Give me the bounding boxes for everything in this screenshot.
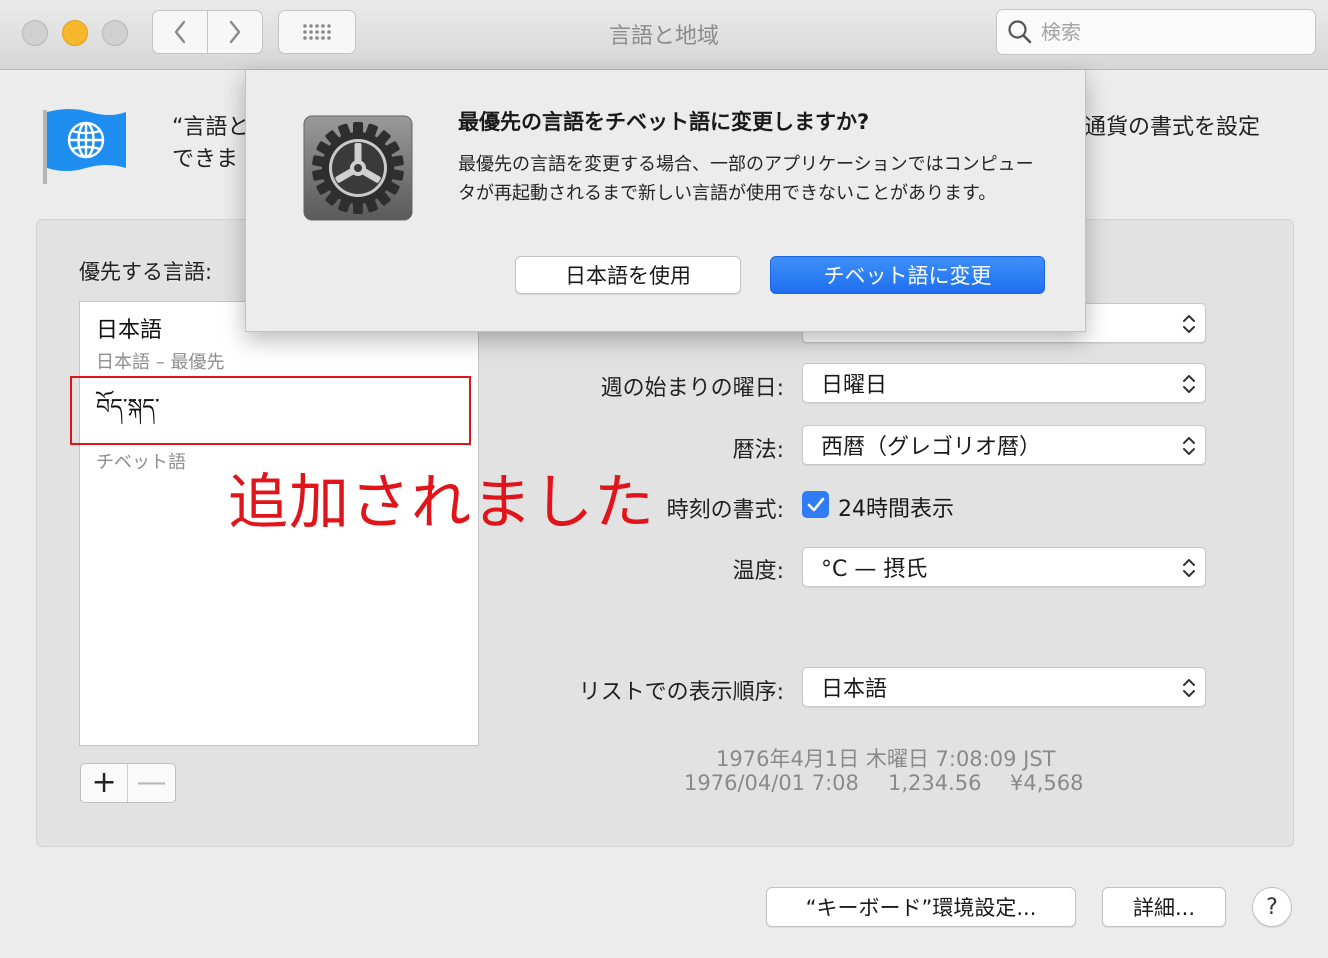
up-down-arrows-icon xyxy=(1183,315,1195,333)
temperature-value: °C — 摂氏 xyxy=(821,557,928,582)
time-format-label: 時刻の書式: xyxy=(666,498,784,523)
sample-date-long: 1976年4月1日 木曜日 7:08:09 JST xyxy=(716,747,1056,771)
24-hour-checkbox[interactable] xyxy=(802,491,829,518)
calendar-label: 暦法: xyxy=(732,438,784,463)
language-subtitle: 日本語 – 最優先 xyxy=(96,352,225,373)
temperature-popup[interactable]: °C — 摂氏 xyxy=(802,547,1206,587)
sample-number: 1,234.56 xyxy=(888,771,982,795)
use-japanese-button[interactable]: 日本語を使用 xyxy=(515,256,741,294)
calendar-value: 西暦（グレゴリオ暦） xyxy=(821,435,1042,460)
language-name: 日本語 xyxy=(96,318,163,343)
up-down-arrows-icon xyxy=(1183,559,1195,577)
add-language-button[interactable]: + xyxy=(81,764,129,802)
search-icon xyxy=(1007,19,1033,45)
up-down-arrows-icon xyxy=(1183,437,1195,455)
gear-icon xyxy=(302,114,414,226)
change-to-tibetan-button[interactable]: チベット語に変更 xyxy=(770,256,1045,294)
dialog-title: 最優先の言語をチベット語に変更しますか? xyxy=(458,110,870,134)
checkmark-icon xyxy=(807,497,824,511)
description-text-right: 通貨の書式を設定 xyxy=(1084,115,1261,140)
week-start-label: 週の始まりの曜日: xyxy=(600,376,784,401)
search-field[interactable] xyxy=(996,9,1316,55)
annotation-text: 追加されました xyxy=(228,468,655,538)
keyboard-preferences-button[interactable]: “キーボード”環境設定... xyxy=(766,887,1076,927)
confirm-language-dialog: 最優先の言語をチベット語に変更しますか? 最優先の言語を変更する場合、一部のアプ… xyxy=(245,70,1086,332)
sample-currency: ¥4,568 xyxy=(1010,771,1084,795)
week-start-value: 日曜日 xyxy=(821,373,888,398)
24-hour-label[interactable]: 24時間表示 xyxy=(838,491,954,523)
search-input[interactable] xyxy=(1041,20,1301,44)
description-line-1: “言語と xyxy=(172,115,250,140)
help-button[interactable]: ? xyxy=(1252,887,1292,927)
list-order-popup[interactable]: 日本語 xyxy=(802,667,1206,707)
dialog-message: 最優先の言語を変更する場合、一部のアプリケーションではコンピュータが再起動される… xyxy=(458,154,1034,204)
preferred-languages-label: 優先する言語: xyxy=(79,260,213,284)
up-down-arrows-icon xyxy=(1183,679,1195,697)
sample-date-short: 1976/04/01 7:08 xyxy=(684,771,859,795)
list-order-value: 日本語 xyxy=(821,677,888,702)
calendar-popup[interactable]: 西暦（グレゴリオ暦） xyxy=(802,425,1206,465)
advanced-button[interactable]: 詳細... xyxy=(1102,887,1226,927)
description-text: “言語と できま xyxy=(172,112,249,176)
list-item-japanese[interactable]: 日本語 日本語 – 最優先 xyxy=(96,312,224,374)
titlebar: 言語と地域 xyxy=(0,0,1328,70)
remove-language-button[interactable]: — xyxy=(128,764,175,802)
description-line-2: できま xyxy=(172,147,239,172)
language-subtitle: チベット語 xyxy=(96,452,186,473)
highlight-box xyxy=(70,376,471,445)
week-start-popup[interactable]: 日曜日 xyxy=(802,363,1206,403)
temperature-label: 温度: xyxy=(732,559,784,584)
up-down-arrows-icon xyxy=(1183,375,1195,393)
add-remove-control: + — xyxy=(80,763,176,803)
list-order-label: リストでの表示順序: xyxy=(578,680,784,705)
flag-globe-icon xyxy=(40,106,130,190)
